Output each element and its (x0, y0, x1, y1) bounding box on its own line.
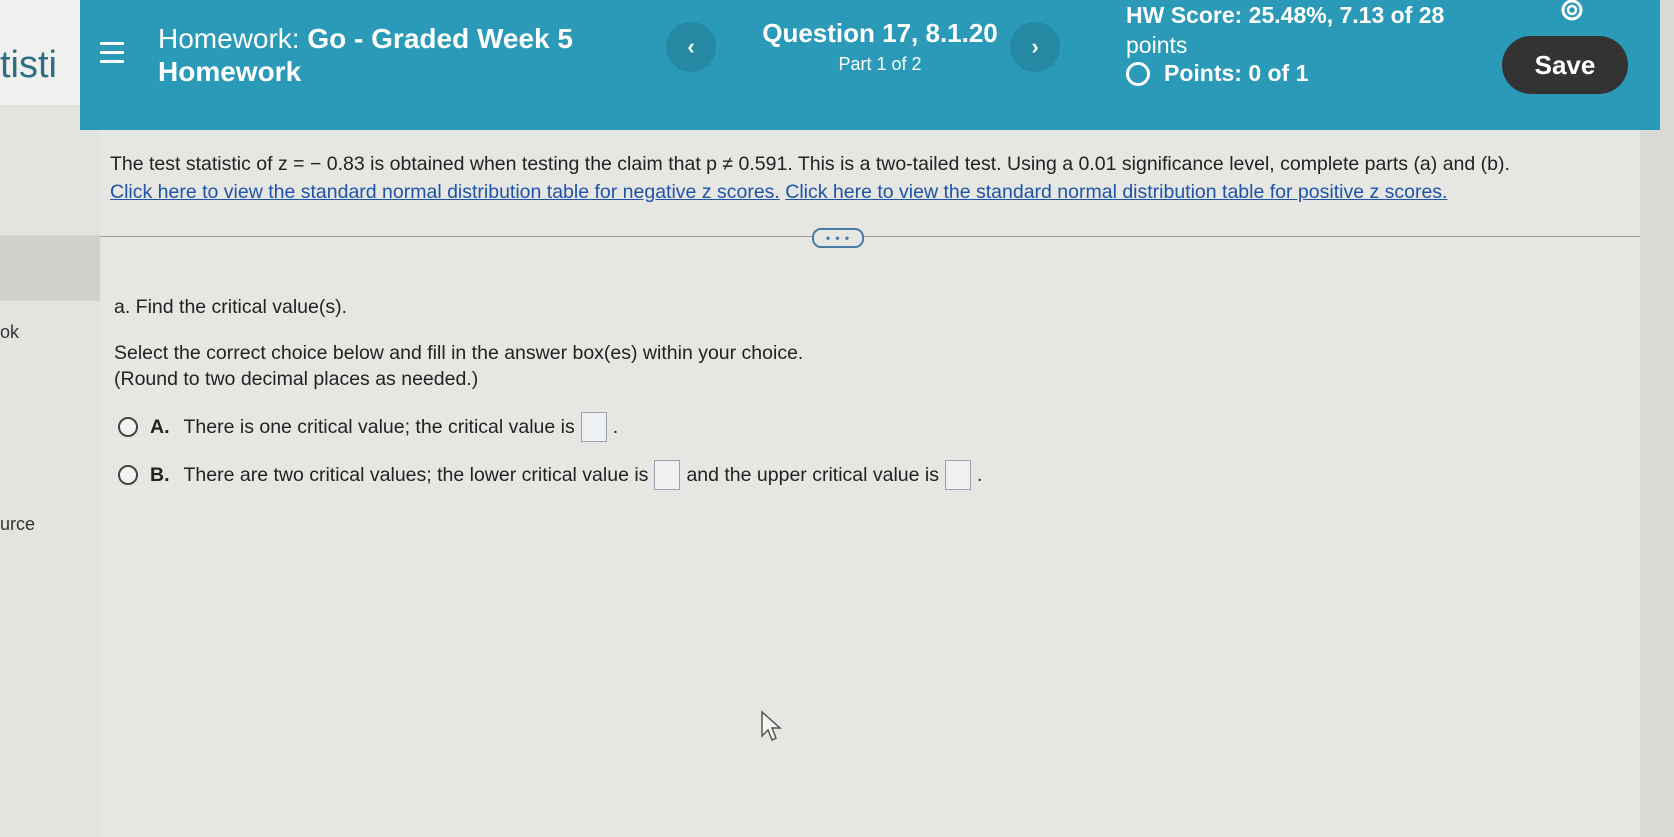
lower-critical-value-input[interactable] (654, 460, 681, 490)
question-intro: The test statistic of z = − 0.83 is obta… (110, 150, 1630, 206)
part-a-label: a. Find the critical value(s). (114, 296, 348, 318)
choice-b-text-upper: and the upper critical value is (686, 463, 939, 486)
choice-b[interactable]: B. There are two critical values; the lo… (118, 460, 982, 490)
question-panel: The test statistic of z = − 0.83 is obta… (100, 130, 1640, 837)
previous-question-button[interactable]: ‹ (666, 22, 716, 72)
choice-b-text-lower: There are two critical values; the lower… (183, 463, 649, 486)
homework-name-line2: Homework (158, 56, 302, 87)
side-item-book[interactable]: ok (0, 322, 19, 343)
hw-score-line1: HW Score: 25.48%, 7.13 of 28 (1126, 2, 1445, 28)
choice-a-letter: A. (150, 415, 170, 438)
homework-title: Homework: Go - Graded Week 5 Homework (158, 22, 573, 88)
question-title: Question 17, 8.1.20 (762, 18, 998, 48)
choice-b-letter: B. (150, 463, 170, 486)
choice-b-radio[interactable] (118, 465, 138, 485)
instruction-text: Select the correct choice below and fill… (114, 342, 804, 364)
menu-icon[interactable] (100, 42, 124, 64)
points-ring-icon (1126, 61, 1150, 86)
choice-a[interactable]: A. There is one critical value; the crit… (118, 412, 618, 442)
choice-a-text: There is one critical value; the critica… (183, 415, 575, 438)
homework-name: Go - Graded Week 5 (307, 23, 573, 54)
points-status: Points: 0 of 1 (1126, 60, 1308, 87)
mouse-cursor-icon (761, 710, 782, 742)
course-title: tisti (0, 44, 57, 86)
gear-icon[interactable] (1558, 0, 1586, 24)
positive-z-table-link[interactable]: Click here to view the standard normal d… (785, 181, 1447, 203)
section-divider (100, 236, 1640, 237)
choice-b-period: . (977, 463, 983, 486)
hw-score: HW Score: 25.48%, 7.13 of 28 points (1126, 0, 1444, 60)
question-part: Part 1 of 2 (838, 54, 922, 74)
choice-a-radio[interactable] (118, 417, 138, 437)
upper-critical-value-input[interactable] (945, 460, 971, 490)
negative-z-table-link[interactable]: Click here to view the standard normal d… (110, 181, 780, 203)
critical-value-input[interactable] (580, 412, 607, 442)
header-bar: Homework: Go - Graded Week 5 Homework ‹ … (80, 0, 1660, 130)
save-button[interactable]: Save (1502, 36, 1628, 94)
rounding-note: (Round to two decimal places as needed.) (114, 368, 479, 390)
side-item-resource[interactable]: urce (0, 514, 35, 535)
next-question-button[interactable]: › (1010, 22, 1060, 72)
choice-a-period: . (612, 415, 619, 438)
side-nav-band (0, 235, 100, 301)
expand-button[interactable]: • • • (812, 228, 864, 248)
points-text: Points: 0 of 1 (1164, 60, 1309, 86)
homework-label: Homework: (158, 23, 300, 54)
hw-score-line2: points (1126, 32, 1188, 58)
question-text: The test statistic of z = − 0.83 is obta… (110, 153, 1510, 175)
